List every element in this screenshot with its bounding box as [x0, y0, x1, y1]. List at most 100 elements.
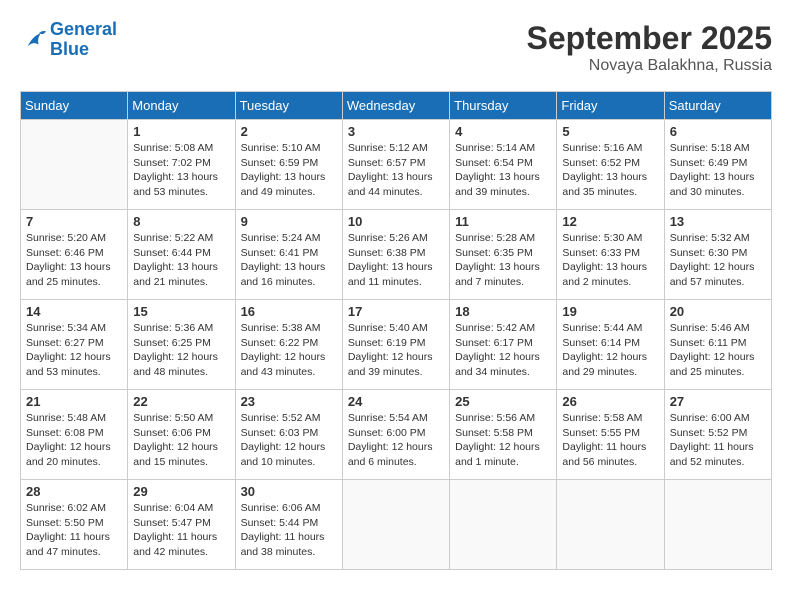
calendar-cell: 23 Sunrise: 5:52 AM Sunset: 6:03 PM Dayli… — [235, 390, 342, 480]
calendar-cell: 9 Sunrise: 5:24 AM Sunset: 6:41 PM Daylig… — [235, 210, 342, 300]
day-number: 7 — [26, 214, 122, 229]
day-info: Sunrise: 5:58 AM Sunset: 5:55 PM Dayligh… — [562, 411, 658, 470]
week-row-1: 1 Sunrise: 5:08 AM Sunset: 7:02 PM Daylig… — [21, 120, 772, 210]
calendar-cell: 29 Sunrise: 6:04 AM Sunset: 5:47 PM Dayli… — [128, 480, 235, 570]
calendar-cell: 4 Sunrise: 5:14 AM Sunset: 6:54 PM Daylig… — [450, 120, 557, 210]
weekday-header-tuesday: Tuesday — [235, 92, 342, 120]
calendar-cell — [450, 480, 557, 570]
day-number: 8 — [133, 214, 229, 229]
day-info: Sunrise: 5:52 AM Sunset: 6:03 PM Dayligh… — [241, 411, 337, 470]
day-info: Sunrise: 5:10 AM Sunset: 6:59 PM Dayligh… — [241, 141, 337, 200]
day-number: 2 — [241, 124, 337, 139]
calendar-cell: 15 Sunrise: 5:36 AM Sunset: 6:25 PM Dayli… — [128, 300, 235, 390]
day-number: 4 — [455, 124, 551, 139]
calendar-cell: 24 Sunrise: 5:54 AM Sunset: 6:00 PM Dayli… — [342, 390, 449, 480]
day-info: Sunrise: 5:34 AM Sunset: 6:27 PM Dayligh… — [26, 321, 122, 380]
day-number: 18 — [455, 304, 551, 319]
calendar-table: SundayMondayTuesdayWednesdayThursdayFrid… — [20, 91, 772, 570]
week-row-4: 21Sunrise: 5:48 AM Sunset: 6:08 PM Dayli… — [21, 390, 772, 480]
calendar-cell: 13Sunrise: 5:32 AM Sunset: 6:30 PM Dayli… — [664, 210, 771, 300]
day-number: 28 — [26, 484, 122, 499]
day-info: Sunrise: 5:08 AM Sunset: 7:02 PM Dayligh… — [133, 141, 229, 200]
page-header: General Blue September 2025 Novaya Balak… — [20, 20, 772, 75]
calendar-cell: 30Sunrise: 6:06 AM Sunset: 5:44 PM Dayli… — [235, 480, 342, 570]
day-number: 14 — [26, 304, 122, 319]
weekday-header-friday: Friday — [557, 92, 664, 120]
calendar-cell: 12 Sunrise: 5:30 AM Sunset: 6:33 PM Dayli… — [557, 210, 664, 300]
day-info: Sunrise: 5:14 AM Sunset: 6:54 PM Dayligh… — [455, 141, 551, 200]
calendar-cell: 18 Sunrise: 5:42 AM Sunset: 6:17 PM Dayli… — [450, 300, 557, 390]
weekday-header-saturday: Saturday — [664, 92, 771, 120]
calendar-cell — [664, 480, 771, 570]
calendar-cell: 5 Sunrise: 5:16 AM Sunset: 6:52 PM Daylig… — [557, 120, 664, 210]
day-number: 19 — [562, 304, 658, 319]
day-number: 11 — [455, 214, 551, 229]
day-number: 16 — [241, 304, 337, 319]
day-info: Sunrise: 5:50 AM Sunset: 6:06 PM Dayligh… — [133, 411, 229, 470]
calendar-cell: 11Sunrise: 5:28 AM Sunset: 6:35 PM Dayli… — [450, 210, 557, 300]
logo-text-line1: General — [50, 20, 117, 40]
day-info: Sunrise: 5:20 AM Sunset: 6:46 PM Dayligh… — [26, 231, 122, 290]
day-info: Sunrise: 5:24 AM Sunset: 6:41 PM Dayligh… — [241, 231, 337, 290]
calendar-cell: 3 Sunrise: 5:12 AM Sunset: 6:57 PM Daylig… — [342, 120, 449, 210]
day-number: 10 — [348, 214, 444, 229]
calendar-cell: 6 Sunrise: 5:18 AM Sunset: 6:49 PM Daylig… — [664, 120, 771, 210]
calendar-cell: 7 Sunrise: 5:20 AM Sunset: 6:46 PM Daylig… — [21, 210, 128, 300]
day-info: Sunrise: 6:02 AM Sunset: 5:50 PM Dayligh… — [26, 501, 122, 560]
day-number: 23 — [241, 394, 337, 409]
day-number: 15 — [133, 304, 229, 319]
calendar-cell — [21, 120, 128, 210]
weekday-header-thursday: Thursday — [450, 92, 557, 120]
calendar-cell: 14 Sunrise: 5:34 AM Sunset: 6:27 PM Dayli… — [21, 300, 128, 390]
day-info: Sunrise: 5:12 AM Sunset: 6:57 PM Dayligh… — [348, 141, 444, 200]
day-info: Sunrise: 5:54 AM Sunset: 6:00 PM Dayligh… — [348, 411, 444, 470]
day-number: 5 — [562, 124, 658, 139]
day-number: 21 — [26, 394, 122, 409]
day-number: 6 — [670, 124, 766, 139]
calendar-cell: 22 Sunrise: 5:50 AM Sunset: 6:06 PM Dayli… — [128, 390, 235, 480]
weekday-header-wednesday: Wednesday — [342, 92, 449, 120]
logo-text-line2: Blue — [50, 40, 117, 60]
day-info: Sunrise: 5:44 AM Sunset: 6:14 PM Dayligh… — [562, 321, 658, 380]
title-block: September 2025 Novaya Balakhna, Russia — [527, 20, 772, 75]
calendar-cell: 17Sunrise: 5:40 AM Sunset: 6:19 PM Dayli… — [342, 300, 449, 390]
day-info: Sunrise: 5:18 AM Sunset: 6:49 PM Dayligh… — [670, 141, 766, 200]
day-number: 12 — [562, 214, 658, 229]
weekday-header-row: SundayMondayTuesdayWednesdayThursdayFrid… — [21, 92, 772, 120]
day-info: Sunrise: 5:22 AM Sunset: 6:44 PM Dayligh… — [133, 231, 229, 290]
day-info: Sunrise: 6:06 AM Sunset: 5:44 PM Dayligh… — [241, 501, 337, 560]
week-row-2: 7 Sunrise: 5:20 AM Sunset: 6:46 PM Daylig… — [21, 210, 772, 300]
calendar-cell: 8 Sunrise: 5:22 AM Sunset: 6:44 PM Daylig… — [128, 210, 235, 300]
day-number: 1 — [133, 124, 229, 139]
day-info: Sunrise: 6:00 AM Sunset: 5:52 PM Dayligh… — [670, 411, 766, 470]
day-number: 22 — [133, 394, 229, 409]
logo: General Blue — [20, 20, 117, 60]
calendar-cell: 25 Sunrise: 5:56 AM Sunset: 5:58 PM Dayli… — [450, 390, 557, 480]
day-info: Sunrise: 5:26 AM Sunset: 6:38 PM Dayligh… — [348, 231, 444, 290]
day-info: Sunrise: 5:46 AM Sunset: 6:11 PM Dayligh… — [670, 321, 766, 380]
calendar-cell: 1 Sunrise: 5:08 AM Sunset: 7:02 PM Daylig… — [128, 120, 235, 210]
week-row-3: 14 Sunrise: 5:34 AM Sunset: 6:27 PM Dayli… — [21, 300, 772, 390]
day-info: Sunrise: 5:42 AM Sunset: 6:17 PM Dayligh… — [455, 321, 551, 380]
day-info: Sunrise: 5:40 AM Sunset: 6:19 PM Dayligh… — [348, 321, 444, 380]
day-number: 3 — [348, 124, 444, 139]
logo-icon — [20, 26, 48, 54]
day-info: Sunrise: 6:04 AM Sunset: 5:47 PM Dayligh… — [133, 501, 229, 560]
day-info: Sunrise: 5:38 AM Sunset: 6:22 PM Dayligh… — [241, 321, 337, 380]
day-number: 9 — [241, 214, 337, 229]
week-row-5: 28 Sunrise: 6:02 AM Sunset: 5:50 PM Dayli… — [21, 480, 772, 570]
day-number: 26 — [562, 394, 658, 409]
day-number: 29 — [133, 484, 229, 499]
day-info: Sunrise: 5:30 AM Sunset: 6:33 PM Dayligh… — [562, 231, 658, 290]
day-number: 24 — [348, 394, 444, 409]
calendar-cell: 2 Sunrise: 5:10 AM Sunset: 6:59 PM Daylig… — [235, 120, 342, 210]
calendar-cell: 27Sunrise: 6:00 AM Sunset: 5:52 PM Dayli… — [664, 390, 771, 480]
day-info: Sunrise: 5:36 AM Sunset: 6:25 PM Dayligh… — [133, 321, 229, 380]
calendar-cell: 28 Sunrise: 6:02 AM Sunset: 5:50 PM Dayli… — [21, 480, 128, 570]
day-number: 25 — [455, 394, 551, 409]
day-number: 20 — [670, 304, 766, 319]
calendar-cell — [557, 480, 664, 570]
day-info: Sunrise: 5:16 AM Sunset: 6:52 PM Dayligh… — [562, 141, 658, 200]
day-number: 13 — [670, 214, 766, 229]
day-info: Sunrise: 5:56 AM Sunset: 5:58 PM Dayligh… — [455, 411, 551, 470]
